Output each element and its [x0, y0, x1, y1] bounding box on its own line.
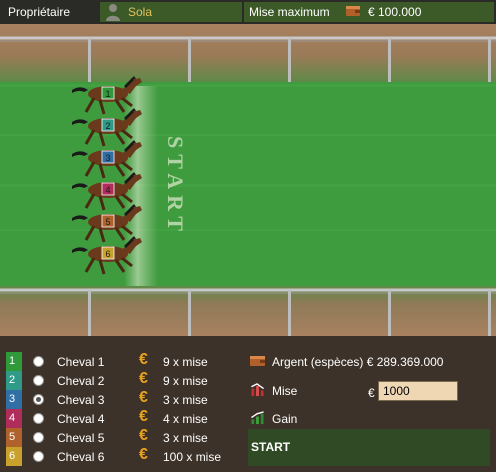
euro-icon: € [139, 370, 148, 387]
header-bar: Propriétaire Sola Mise maximum € 100.000 [0, 0, 496, 24]
stake-input[interactable] [378, 381, 458, 401]
horse-number-badge: 1 [6, 352, 22, 371]
horse-odds: 4 x mise [163, 412, 208, 426]
horse-radio[interactable] [33, 394, 44, 405]
euro-icon: € [139, 389, 148, 406]
racehorse-6: 6 [70, 236, 150, 276]
horse-number-badge: 4 [6, 409, 22, 428]
horse-name: Cheval 2 [57, 374, 105, 388]
wallet-icon [346, 6, 360, 16]
start-line-text: START [163, 136, 188, 237]
horse-name: Cheval 3 [57, 393, 105, 407]
horse-odds: 100 x mise [163, 450, 222, 464]
wallet-icon [250, 356, 265, 366]
gain-row: Gain [248, 409, 368, 429]
horse-radio[interactable] [33, 413, 44, 424]
horse-saddle-number: 3 [105, 153, 110, 163]
start-button[interactable]: START [248, 429, 490, 466]
horse-saddle-number: 2 [105, 121, 110, 131]
stake-currency: € [368, 386, 375, 400]
max-bet-value: € 100.000 [368, 5, 422, 19]
horse-odds: 3 x mise [163, 393, 208, 407]
stake-row: Mise [248, 381, 368, 401]
cash-row: Argent (espèces) € 289.369.000 [248, 352, 488, 372]
horse-radio[interactable] [33, 432, 44, 443]
horse-odds: 9 x mise [163, 374, 208, 388]
horse-name: Cheval 5 [57, 431, 105, 445]
horse-radio[interactable] [33, 356, 44, 367]
cash-label: Argent (espèces) € 289.369.000 [272, 355, 444, 369]
stake-label: Mise [272, 384, 298, 398]
max-bet-label: Mise maximum [249, 5, 330, 19]
euro-icon: € [139, 427, 148, 444]
horse-radio[interactable] [33, 375, 44, 386]
horse-number-badge: 2 [6, 371, 22, 390]
horse-saddle-number: 4 [105, 185, 110, 195]
gain-label: Gain [272, 412, 298, 426]
horse-radio[interactable] [33, 451, 44, 462]
horse-bet-row[interactable]: 6 Cheval 6 €100 x mise [6, 446, 242, 466]
horse-bet-row[interactable]: 4 Cheval 4 €4 x mise [6, 408, 242, 428]
horse-bet-row[interactable]: 1 Cheval 1 €9 x mise [6, 351, 242, 371]
race-track: START 1 2 3 4 5 6 [0, 24, 496, 336]
euro-icon: € [139, 351, 148, 368]
gain-chart-icon [251, 411, 264, 425]
horse-number-badge: 6 [6, 447, 22, 466]
bet-chart-icon [251, 383, 264, 397]
horse-number-badge: 3 [6, 390, 22, 409]
horse-odds: 9 x mise [163, 355, 208, 369]
cash-value: € 289.369.000 [366, 355, 444, 369]
euro-icon: € [139, 446, 148, 463]
owner-name[interactable]: Sola [128, 5, 152, 19]
horse-bet-row[interactable]: 2 Cheval 2 €9 x mise [6, 370, 242, 390]
horse-bet-row[interactable]: 5 Cheval 5 €3 x mise [6, 427, 242, 447]
horse-saddle-number: 5 [105, 217, 110, 227]
horse-saddle-number: 1 [105, 89, 110, 99]
horse-name: Cheval 1 [57, 355, 105, 369]
horse-odds: 3 x mise [163, 431, 208, 445]
owner-label: Propriétaire [8, 5, 71, 19]
horse-bet-row[interactable]: 3 Cheval 3 €3 x mise [6, 389, 242, 409]
euro-icon: € [139, 408, 148, 425]
user-icon [106, 4, 120, 21]
horse-name: Cheval 6 [57, 450, 105, 464]
owner-box [100, 2, 242, 22]
horse-name: Cheval 4 [57, 412, 105, 426]
horse-saddle-number: 6 [105, 249, 110, 259]
horse-number-badge: 5 [6, 428, 22, 447]
